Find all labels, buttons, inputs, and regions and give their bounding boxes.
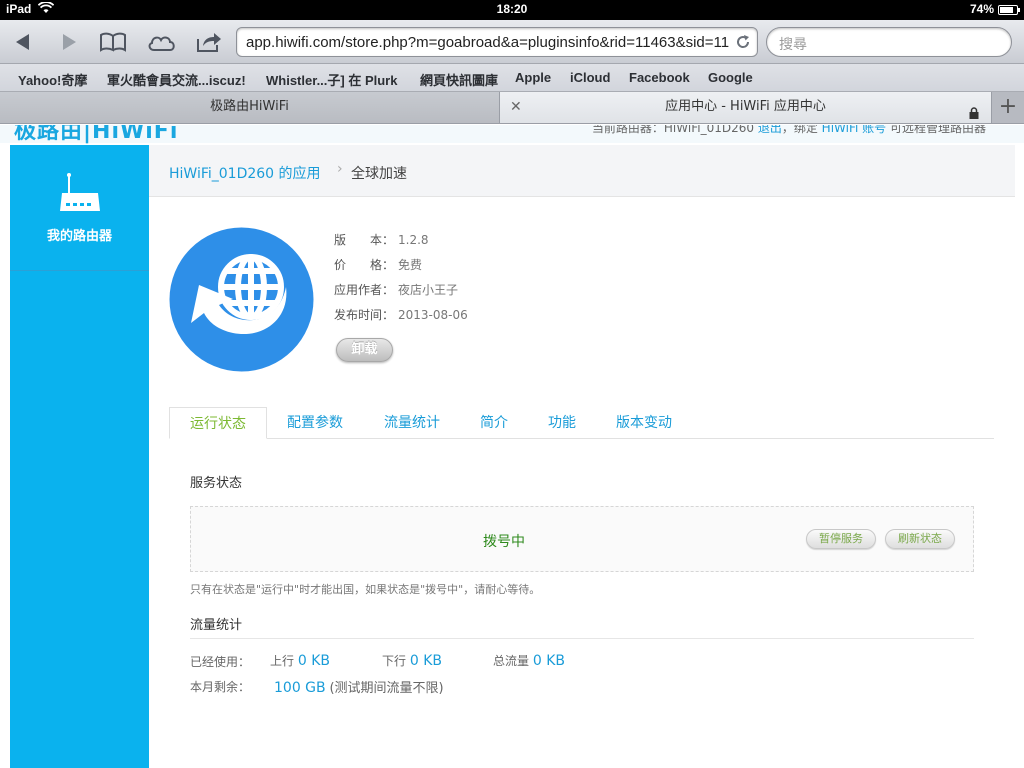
traffic-total: 总流量 0 KB: [493, 652, 565, 669]
status-bar: iPad 18:20 74%: [0, 0, 1024, 20]
traffic-remaining: 100 GB (测试期间流量不限): [274, 677, 444, 696]
app-tabs: 运行状态 配置参数 流量统计 简介 功能 版本变动: [169, 407, 994, 439]
tab-hiwifi[interactable]: 极路由HiWiFi: [0, 92, 500, 123]
pause-service-button[interactable]: 暂停服务: [806, 529, 876, 549]
search-placeholder: 搜尋: [779, 37, 807, 53]
uninstall-button[interactable]: 卸载: [336, 338, 393, 362]
detail-value: 免费: [398, 258, 423, 272]
tab-app-center[interactable]: ✕ 应用中心 - HiWiFi 应用中心: [500, 92, 992, 123]
address-bar[interactable]: app.hiwifi.com/store.php?m=goabroad&a=pl…: [236, 27, 758, 57]
detail-version: 版 本： 1.2.8: [334, 231, 468, 256]
router-account-info: 当前路由器：HiWiFi_01D260 退出，绑定 HiWiFi 账号 可远程管…: [592, 125, 986, 136]
url-text: app.hiwifi.com/store.php?m=goabroad&a=pl…: [246, 34, 730, 51]
service-status-text: 拨号中: [483, 534, 525, 550]
app-details: 版 本： 1.2.8 价 格： 免费 应用作者： 夜店小王子 发布时间： 2013-08…: [334, 231, 468, 331]
bookmark-forum[interactable]: 軍火酷會員交流...iscuz!: [107, 70, 246, 89]
remaining-note: (测试期间流量不限): [329, 681, 444, 696]
detail-key: 发布时间：: [334, 308, 395, 322]
detail-value: 夜店小王子: [398, 283, 459, 297]
tab-intro[interactable]: 简介: [480, 407, 508, 439]
detail-value: 1.2.8: [398, 233, 429, 247]
tab-title: 应用中心 - HiWiFi 应用中心: [665, 99, 826, 114]
bookmark-facebook[interactable]: Facebook: [629, 70, 690, 85]
total-label: 总流量: [493, 654, 530, 668]
sidebar-item-my-router[interactable]: 我的路由器: [10, 145, 149, 271]
traffic-down: 下行 0 KB: [382, 652, 442, 669]
main-content: HiWiFi_01D260 的应用 › 全球加速 版 本： 1.2.8 价 格：…: [149, 145, 1015, 768]
total-value: 0 KB: [532, 653, 565, 669]
current-router-name: HiWiFi_01D260: [663, 125, 754, 135]
globe-app-icon: [169, 227, 314, 376]
tab-title: 极路由HiWiFi: [210, 99, 289, 114]
tab-changelog[interactable]: 版本变动: [616, 407, 672, 439]
tab-traffic[interactable]: 流量统计: [384, 407, 440, 439]
new-tab-button[interactable]: +: [992, 92, 1024, 123]
used-label: 已经使用：: [190, 655, 251, 669]
down-value: 0 KB: [409, 653, 442, 669]
tab-config[interactable]: 配置参数: [287, 407, 343, 439]
battery-icon: [998, 5, 1020, 15]
remaining-label: 本月剩余：: [190, 680, 251, 694]
browser-toolbar: app.hiwifi.com/store.php?m=goabroad&a=pl…: [0, 20, 1024, 64]
web-page: 极路由|HiWiFi 当前路由器：HiWiFi_01D260 退出，绑定 HiW…: [0, 125, 1024, 768]
battery-percentage: 74%: [969, 2, 994, 16]
site-logo[interactable]: 极路由|HiWiFi: [14, 125, 178, 145]
detail-key: 价 格：: [334, 258, 395, 272]
bookmark-icloud[interactable]: iCloud: [570, 70, 610, 85]
tab-features[interactable]: 功能: [548, 407, 576, 439]
divider: [190, 638, 974, 639]
breadcrumb-parent[interactable]: HiWiFi_01D260 的应用: [169, 163, 321, 183]
bookmarks-button[interactable]: [98, 28, 128, 56]
up-value: 0 KB: [297, 653, 330, 669]
detail-release-date: 发布时间： 2013-08-06: [334, 306, 468, 331]
bookmark-google[interactable]: Google: [708, 70, 753, 85]
bookmark-apple[interactable]: Apple: [515, 70, 551, 85]
detail-value: 2013-08-06: [398, 308, 468, 322]
traffic-title: 流量统计: [190, 618, 243, 633]
service-note: 只有在状态是"运行中"时才能出国，如果状态是"拨号中"，请耐心等待。: [190, 583, 541, 596]
detail-price: 价 格： 免费: [334, 256, 468, 281]
icloud-tabs-button[interactable]: [146, 28, 176, 56]
bind-text: ，绑定: [781, 125, 818, 135]
down-label: 下行: [382, 654, 407, 668]
up-label: 上行: [270, 654, 295, 668]
sidebar-item-label: 我的路由器: [46, 229, 112, 244]
breadcrumb: HiWiFi_01D260 的应用 › 全球加速: [149, 145, 1015, 197]
detail-key: 应用作者：: [334, 283, 395, 297]
logout-link[interactable]: 退出: [758, 125, 782, 135]
traffic-used-row: 已经使用：: [190, 653, 250, 670]
bookmark-yahoo[interactable]: Yahoo!奇摩: [18, 70, 87, 89]
back-button[interactable]: [8, 28, 38, 56]
page-header: 极路由|HiWiFi 当前路由器：HiWiFi_01D260 退出，绑定 HiW…: [0, 125, 1024, 145]
refresh-status-button[interactable]: 刷新状态: [885, 529, 955, 549]
tab-bar: 极路由HiWiFi ✕ 应用中心 - HiWiFi 应用中心 +: [0, 92, 1024, 124]
share-button[interactable]: [194, 28, 224, 56]
bookmarks-bar: Yahoo!奇摩 軍火酷會員交流...iscuz! Whistler...子] …: [0, 64, 1024, 92]
forward-button[interactable]: [54, 28, 84, 56]
search-field[interactable]: 搜尋: [766, 27, 1012, 57]
current-router-label: 当前路由器：: [591, 125, 664, 135]
sidebar: 我的路由器: [10, 145, 149, 768]
close-icon[interactable]: ✕: [510, 92, 522, 122]
traffic-up: 上行 0 KB: [270, 652, 330, 669]
bind-suffix: 可远程管理路由器: [889, 125, 986, 135]
service-status-title: 服务状态: [190, 476, 243, 491]
router-icon: [57, 173, 103, 219]
clock: 18:20: [496, 2, 528, 16]
account-link[interactable]: HiWiFi 账号: [822, 125, 886, 135]
bookmark-plurk[interactable]: Whistler...子] 在 Plurk: [266, 70, 397, 89]
traffic-remaining-row: 本月剩余：: [190, 678, 250, 695]
remaining-value: 100 GB: [274, 680, 326, 696]
service-status-box: 拨号中 暂停服务 刷新状态: [190, 506, 974, 572]
breadcrumb-current: 全球加速: [351, 166, 407, 182]
detail-key: 版 本：: [334, 233, 395, 247]
chevron-right-icon: ›: [337, 161, 343, 177]
tab-running-status[interactable]: 运行状态: [169, 407, 267, 439]
reload-icon[interactable]: [735, 34, 751, 54]
detail-author: 应用作者： 夜店小王子: [334, 281, 468, 306]
bookmark-gallery[interactable]: 網頁快訊圖庫: [420, 70, 498, 89]
